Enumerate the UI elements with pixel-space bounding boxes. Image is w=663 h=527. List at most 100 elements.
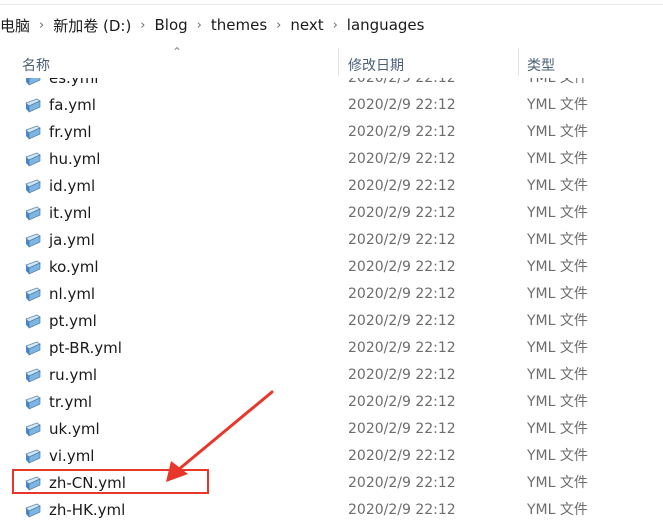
file-row[interactable]: nl.yml 2020/2/9 22:12 YML 文件: [0, 281, 663, 308]
file-date: 2020/2/9 22:12: [348, 421, 456, 437]
yml-file-icon: [26, 78, 41, 86]
file-type: YML 文件: [527, 394, 588, 410]
file-name: fa.yml: [49, 96, 96, 114]
breadcrumb-item-drive[interactable]: 新加卷 (D:): [51, 15, 133, 36]
file-type: YML 文件: [527, 448, 588, 464]
file-row[interactable]: vi.yml 2020/2/9 22:12 YML 文件: [0, 443, 663, 470]
yml-file-icon: [25, 368, 41, 383]
file-date: 2020/2/9 22:12: [348, 448, 456, 464]
file-type: YML 文件: [527, 124, 588, 140]
file-row[interactable]: fr.yml 2020/2/9 22:12 YML 文件: [0, 119, 663, 146]
column-header-bar: ⌃ 名称 修改日期 类型: [0, 45, 663, 78]
file-row[interactable]: id.yml 2020/2/9 22:12 YML 文件: [0, 173, 663, 200]
file-name: ru.yml: [49, 366, 98, 384]
breadcrumb-item-next[interactable]: next: [288, 16, 325, 34]
column-header-type[interactable]: 类型: [527, 55, 555, 75]
file-name: it.yml: [49, 204, 92, 222]
yml-file-icon: [25, 206, 41, 221]
file-row[interactable]: hu.yml 2020/2/9 22:12 YML 文件: [0, 146, 663, 173]
file-list: es.yml 2020/2/9 22:12 YML 文件 fa.yml 2020/2/9…: [0, 78, 663, 527]
yml-file-icon: [25, 395, 41, 410]
breadcrumb-item-themes[interactable]: themes: [209, 16, 269, 34]
file-type: YML 文件: [527, 421, 588, 437]
file-name: vi.yml: [49, 447, 95, 465]
file-name: uk.yml: [49, 420, 100, 438]
sort-up-icon: ⌃: [172, 45, 183, 59]
file-type: YML 文件: [527, 151, 588, 167]
yml-file-icon: [25, 179, 41, 194]
column-divider[interactable]: [338, 48, 339, 76]
file-type: YML 文件: [527, 286, 588, 302]
file-type: YML 文件: [527, 475, 588, 491]
file-date: 2020/2/9 22:12: [348, 259, 456, 275]
file-date: 2020/2/9 22:12: [348, 97, 456, 113]
file-type: YML 文件: [527, 367, 588, 383]
file-name: nl.yml: [49, 285, 96, 303]
yml-file-icon: [25, 314, 41, 329]
column-divider[interactable]: [518, 48, 519, 76]
file-date: 2020/2/9 22:12: [348, 78, 456, 86]
file-row[interactable]: pt-BR.yml 2020/2/9 22:12 YML 文件: [0, 335, 663, 362]
file-name: ko.yml: [49, 258, 99, 276]
file-date: 2020/2/9 22:12: [348, 394, 456, 410]
file-row[interactable]: zh-CN.yml 2020/2/9 22:12 YML 文件: [0, 470, 663, 497]
file-date: 2020/2/9 22:12: [348, 313, 456, 329]
file-row[interactable]: ja.yml 2020/2/9 22:12 YML 文件: [0, 227, 663, 254]
file-type: YML 文件: [527, 232, 588, 248]
file-name: pt-BR.yml: [49, 339, 122, 357]
breadcrumb-item-blog[interactable]: Blog: [153, 16, 190, 34]
file-row[interactable]: tr.yml 2020/2/9 22:12 YML 文件: [0, 389, 663, 416]
file-date: 2020/2/9 22:12: [348, 286, 456, 302]
file-row[interactable]: zh-HK.yml 2020/2/9 22:12 YML 文件: [0, 497, 663, 524]
breadcrumb[interactable]: 电脑 › 新加卷 (D:) › Blog › themes › next › l…: [0, 5, 663, 45]
column-header-name[interactable]: 名称: [22, 55, 50, 75]
file-date: 2020/2/9 22:12: [348, 205, 456, 221]
file-date: 2020/2/9 22:12: [348, 367, 456, 383]
file-date: 2020/2/9 22:12: [348, 124, 456, 140]
file-type: YML 文件: [527, 205, 588, 221]
yml-file-icon: [25, 98, 41, 113]
file-name: hu.yml: [49, 150, 101, 168]
file-row[interactable]: uk.yml 2020/2/9 22:12 YML 文件: [0, 416, 663, 443]
file-name: zh-HK.yml: [49, 501, 126, 519]
file-type: YML 文件: [527, 259, 588, 275]
file-name: es.yml: [49, 78, 99, 87]
file-date: 2020/2/9 22:12: [348, 502, 456, 518]
chevron-right-icon[interactable]: ›: [333, 18, 338, 33]
file-row[interactable]: ko.yml 2020/2/9 22:12 YML 文件: [0, 254, 663, 281]
chevron-right-icon[interactable]: ›: [39, 18, 44, 33]
yml-file-icon: [25, 476, 41, 491]
file-name: fr.yml: [49, 123, 92, 141]
chevron-right-icon[interactable]: ›: [276, 18, 281, 33]
yml-file-icon: [25, 260, 41, 275]
yml-file-icon: [25, 125, 41, 140]
file-name: id.yml: [49, 177, 96, 195]
file-type: YML 文件: [527, 340, 588, 356]
chevron-right-icon[interactable]: ›: [140, 18, 145, 33]
yml-file-icon: [25, 503, 41, 518]
file-name: zh-CN.yml: [49, 474, 126, 492]
breadcrumb-item-languages[interactable]: languages: [345, 16, 427, 34]
yml-file-icon: [25, 422, 41, 437]
yml-file-icon: [25, 341, 41, 356]
file-date: 2020/2/9 22:12: [348, 178, 456, 194]
file-row[interactable]: it.yml 2020/2/9 22:12 YML 文件: [0, 200, 663, 227]
file-type: YML 文件: [527, 178, 588, 194]
file-date: 2020/2/9 22:12: [348, 151, 456, 167]
file-type: YML 文件: [527, 313, 588, 329]
column-header-date[interactable]: 修改日期: [348, 55, 404, 75]
file-date: 2020/2/9 22:12: [348, 232, 456, 248]
file-type: YML 文件: [527, 78, 588, 86]
file-row[interactable]: fa.yml 2020/2/9 22:12 YML 文件: [0, 92, 663, 119]
file-type: YML 文件: [527, 97, 588, 113]
file-row[interactable]: pt.yml 2020/2/9 22:12 YML 文件: [0, 308, 663, 335]
yml-file-icon: [25, 152, 41, 167]
file-row[interactable]: es.yml 2020/2/9 22:12 YML 文件: [0, 78, 663, 92]
breadcrumb-item-pc[interactable]: 电脑: [0, 15, 32, 36]
yml-file-icon: [25, 233, 41, 248]
file-row[interactable]: ru.yml 2020/2/9 22:12 YML 文件: [0, 362, 663, 389]
file-name: pt.yml: [49, 312, 97, 330]
file-name: tr.yml: [49, 393, 93, 411]
chevron-right-icon[interactable]: ›: [197, 18, 202, 33]
file-date: 2020/2/9 22:12: [348, 475, 456, 491]
